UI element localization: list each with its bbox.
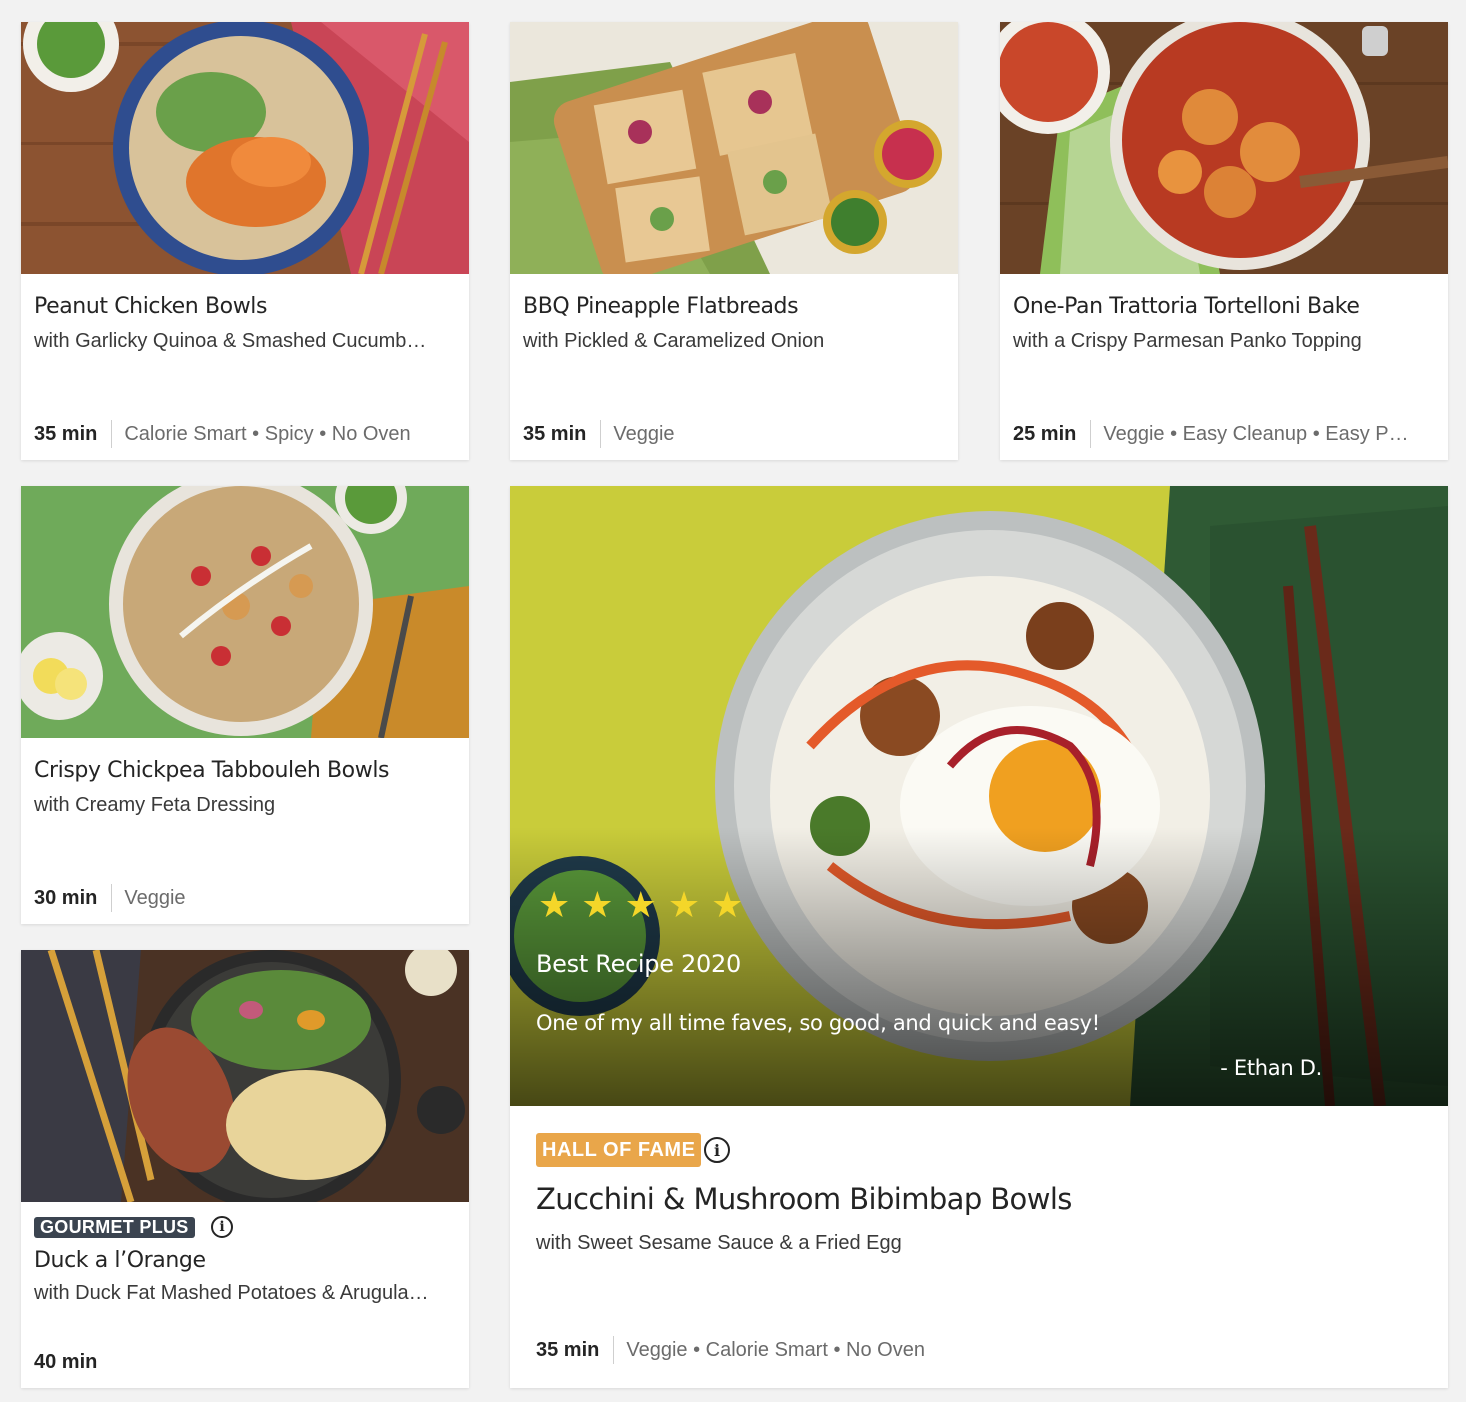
recipe-meta: 35 min Veggie [523,420,675,448]
featured-recipe-subtitle: with Sweet Sesame Sauce & a Fried Egg [536,1232,902,1254]
rating-stars: ★ ★ ★ ★ ★ [538,886,743,926]
hall-of-fame-badge: HALL OF FAME [536,1133,702,1167]
review-author: - Ethan D. [1220,1056,1322,1080]
star-icon: ★ [581,885,614,926]
divider [600,420,602,448]
recipe-time: 25 min [1013,422,1077,445]
recipe-tags: Veggie [124,886,186,909]
featured-recipe-card[interactable]: ★ ★ ★ ★ ★ Best Recipe 2020 One of my all… [510,486,1448,1388]
award-label: Best Recipe 2020 [536,950,741,978]
recipe-card-duck-a-lorange[interactable]: GOURMET PLUS i Duck a l’Orange with Duck… [21,950,469,1388]
recipe-subtitle: with Pickled & Caramelized Onion [523,330,825,352]
star-icon: ★ [667,885,701,926]
recipe-image [21,22,469,274]
divider [111,420,113,448]
review-overlay: ★ ★ ★ ★ ★ Best Recipe 2020 One of my all… [510,486,1448,1106]
recipe-time: 35 min [536,1338,600,1361]
star-icon: ★ [624,885,657,926]
star-icon: ★ [711,885,744,926]
review-quote: One of my all time faves, so good, and q… [536,1011,1100,1035]
recipe-tags: Veggie • Calorie Smart • No Oven [626,1338,925,1361]
recipe-image [21,486,469,738]
recipe-image [510,22,958,274]
recipe-subtitle: with Duck Fat Mashed Potatoes & Arugula… [34,1282,429,1304]
recipe-time: 35 min [34,422,98,445]
recipe-card-bbq-pineapple-flatbreads[interactable]: BBQ Pineapple Flatbreads with Pickled & … [510,22,958,460]
divider [613,1336,615,1364]
recipe-title: Crispy Chickpea Tabbouleh Bowls [34,758,390,783]
featured-recipe-meta: 35 min Veggie • Calorie Smart • No Oven [536,1336,925,1364]
recipe-title: Duck a l’Orange [34,1248,206,1273]
recipe-time: 40 min [34,1350,98,1373]
recipe-subtitle: with Garlicky Quinoa & Smashed Cucumb… [34,330,427,352]
recipe-image [21,950,469,1202]
recipe-title: One-Pan Trattoria Tortelloni Bake [1013,294,1360,319]
recipe-card-chickpea-tabbouleh[interactable]: Crispy Chickpea Tabbouleh Bowls with Cre… [21,486,469,924]
recipe-card-peanut-chicken-bowls[interactable]: Peanut Chicken Bowls with Garlicky Quino… [21,22,469,460]
recipe-meta: 35 min Calorie Smart • Spicy • No Oven [34,420,411,448]
divider [1090,420,1092,448]
recipe-tags: Calorie Smart • Spicy • No Oven [124,422,411,445]
info-icon[interactable]: i [211,1216,233,1238]
recipe-meta: 40 min [34,1348,97,1376]
recipe-time: 35 min [523,422,587,445]
recipe-meta: 30 min Veggie [34,884,186,912]
recipe-meta: 25 min Veggie • Easy Cleanup • Easy P… [1013,420,1409,448]
recipe-subtitle: with Creamy Feta Dressing [34,794,276,816]
recipe-card-tortelloni-bake[interactable]: One-Pan Trattoria Tortelloni Bake with a… [1000,22,1448,460]
recipe-title: Peanut Chicken Bowls [34,294,268,319]
recipe-title: BBQ Pineapple Flatbreads [523,294,799,319]
recipe-subtitle: with a Crispy Parmesan Panko Topping [1013,330,1362,352]
recipe-image [1000,22,1448,274]
recipe-tags: Veggie • Easy Cleanup • Easy P… [1103,422,1409,445]
recipe-time: 30 min [34,886,98,909]
info-icon[interactable]: i [704,1137,730,1163]
divider [111,884,113,912]
gourmet-plus-badge: GOURMET PLUS [34,1217,195,1238]
star-icon: ★ [538,885,571,926]
featured-recipe-title: Zucchini & Mushroom Bibimbap Bowls [536,1182,1072,1216]
recipe-tags: Veggie [613,422,675,445]
